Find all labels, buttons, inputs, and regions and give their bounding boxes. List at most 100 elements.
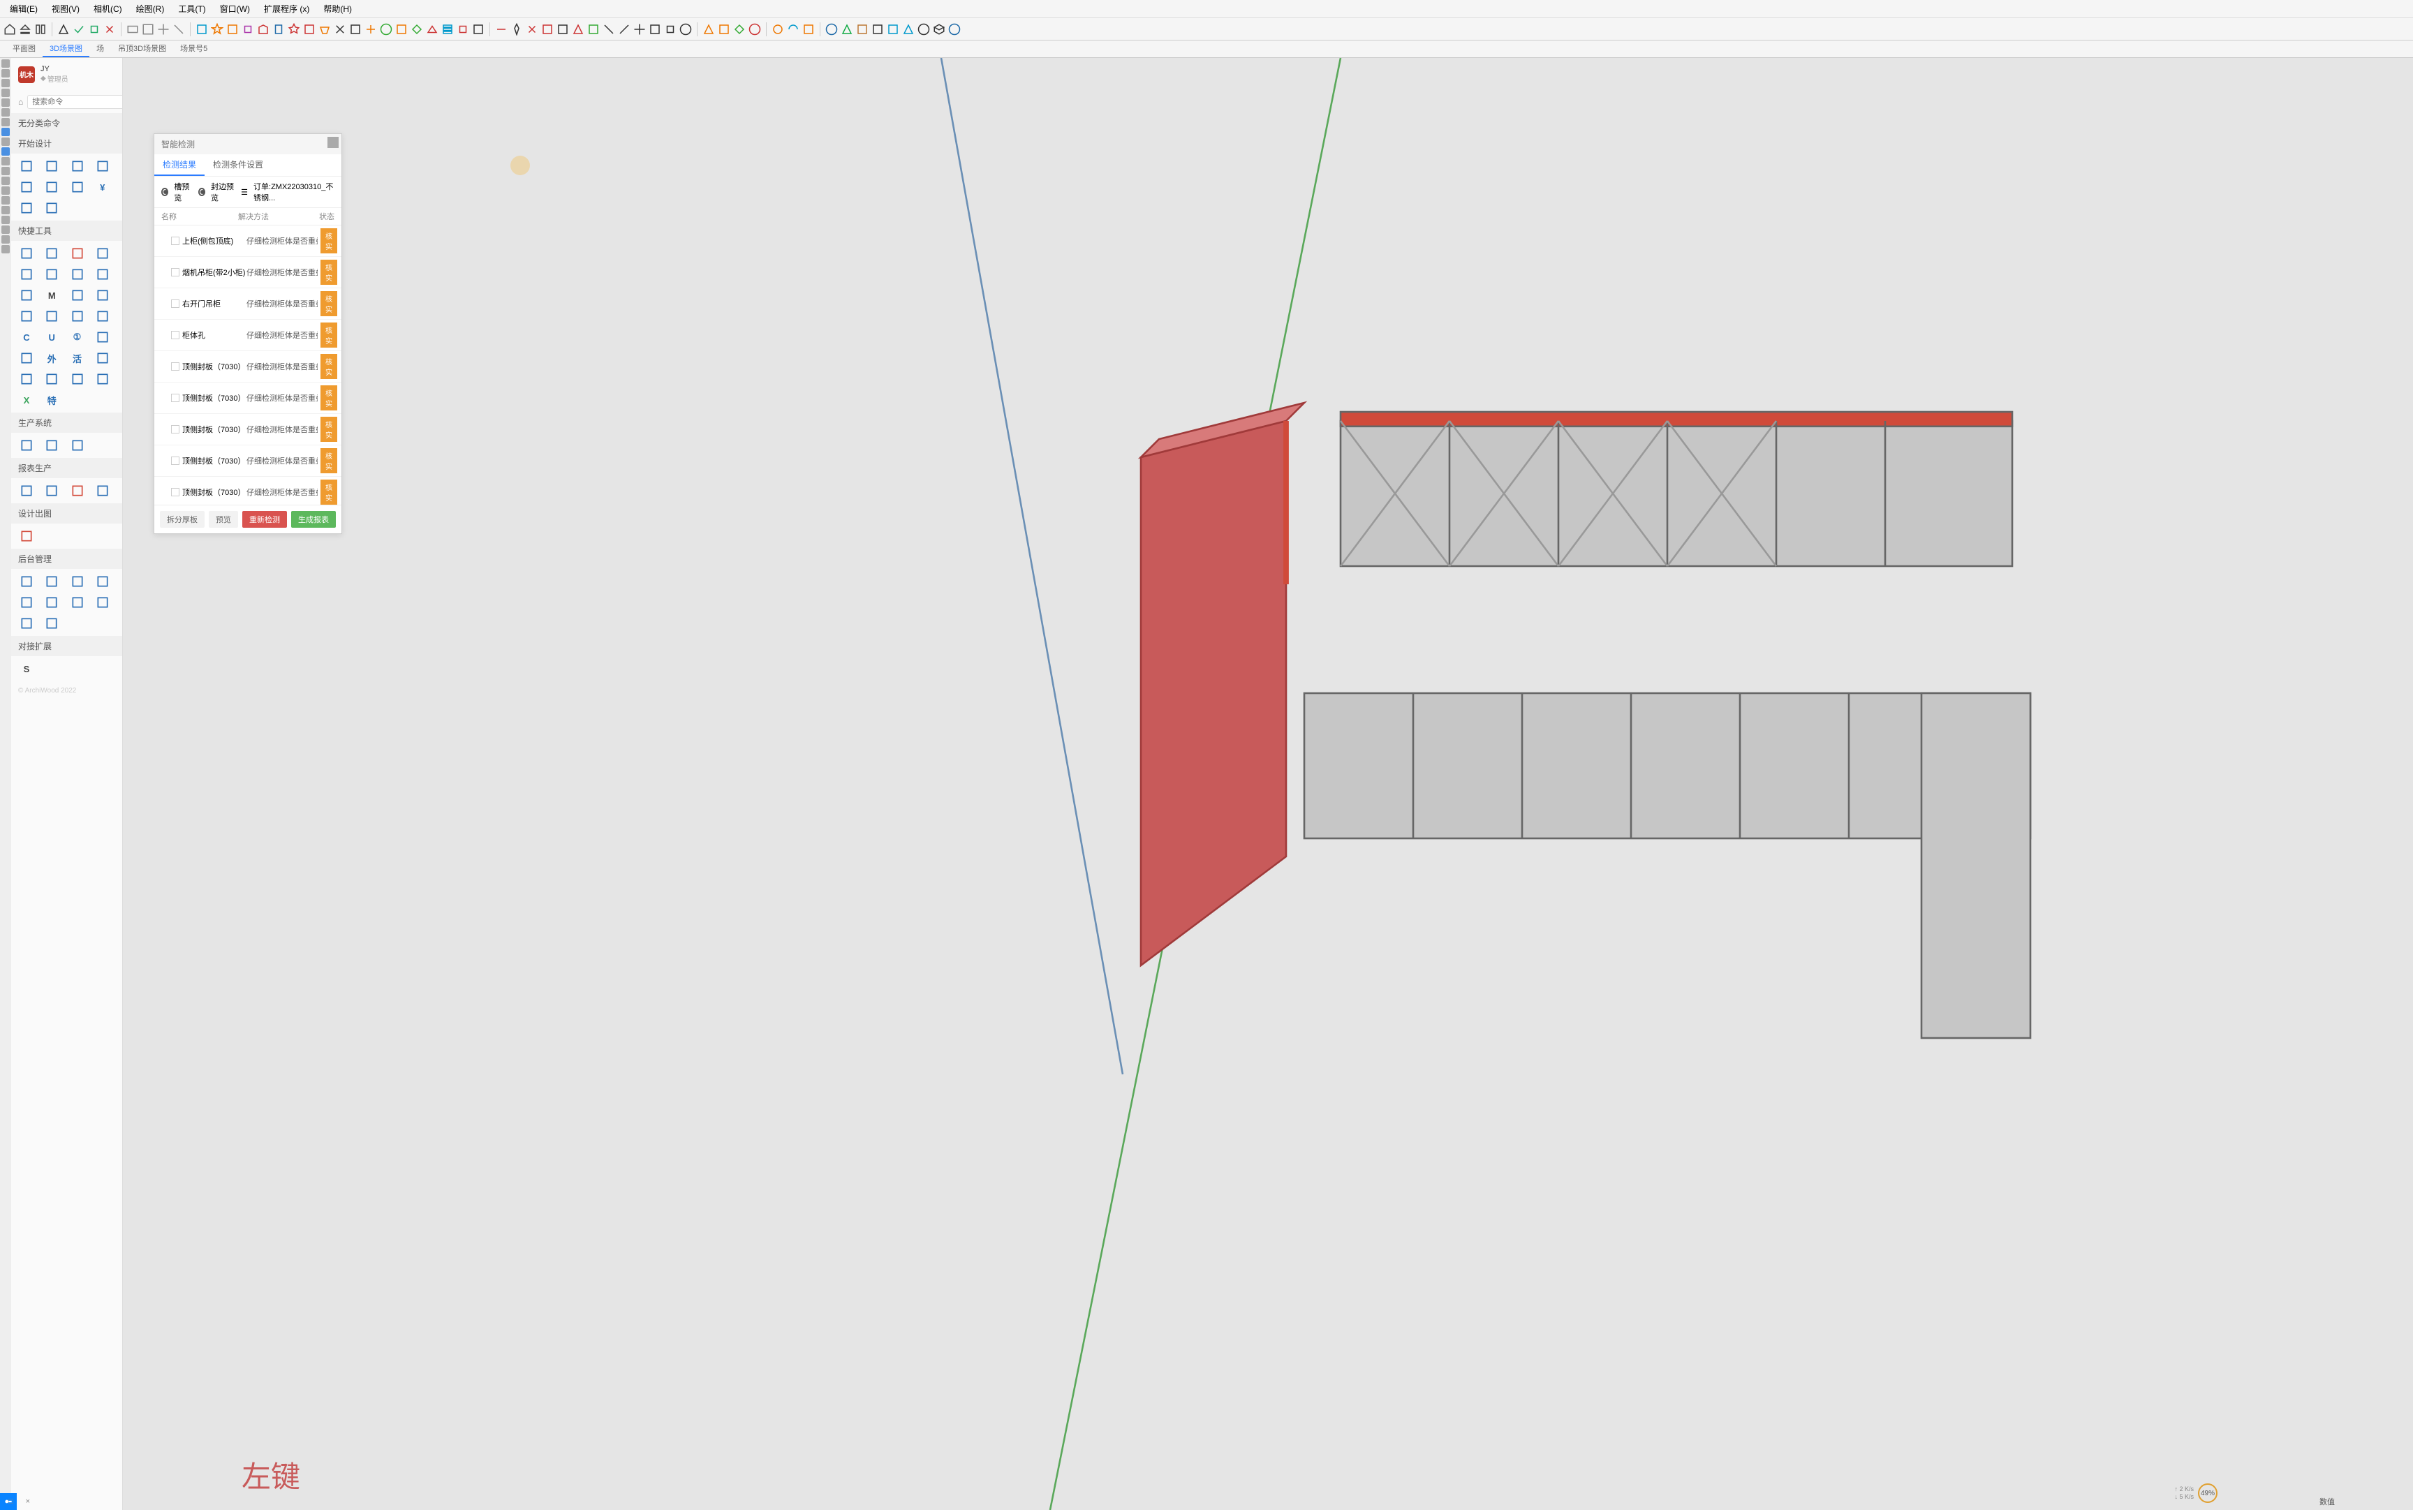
strip-icon[interactable]: [1, 79, 10, 87]
strip-icon[interactable]: [1, 196, 10, 205]
sidebar-tool-icon[interactable]: [94, 308, 111, 325]
toolbar-icon-27[interactable]: [394, 22, 408, 36]
strip-icon[interactable]: [1, 69, 10, 77]
toolbar-icon-44[interactable]: [648, 22, 662, 36]
toolbar-icon-54[interactable]: [786, 22, 800, 36]
sidebar-tool-icon[interactable]: [18, 615, 35, 632]
section-quick-tools[interactable]: 快捷工具: [11, 221, 122, 241]
toolbar-icon-21[interactable]: [302, 22, 316, 36]
toolbar-icon-16[interactable]: [226, 22, 239, 36]
toolbar-icon-30[interactable]: [441, 22, 455, 36]
toolbar-icon-26[interactable]: [379, 22, 393, 36]
toolbar-icon-38[interactable]: [556, 22, 570, 36]
strip-icon[interactable]: [1, 147, 10, 156]
detect-result-row[interactable]: 右开门吊柜 仔细检测柜体是否重叠 核实: [154, 288, 341, 320]
sidebar-tool-icon[interactable]: C: [18, 329, 35, 346]
tab-scene5[interactable]: 场景号5: [173, 40, 214, 57]
strip-icon[interactable]: [1, 245, 10, 253]
menu-extensions[interactable]: 扩展程序 (x): [260, 1, 313, 16]
toolbar-icon-17[interactable]: [241, 22, 255, 36]
strip-icon[interactable]: [1, 216, 10, 224]
toolbar-icon-25[interactable]: [364, 22, 378, 36]
toolbar-icon-22[interactable]: [318, 22, 332, 36]
toolbar-icon-39[interactable]: [571, 22, 585, 36]
sidebar-tool-icon[interactable]: 外: [43, 350, 60, 366]
sidebar-tool-icon[interactable]: 活: [69, 350, 86, 366]
sidebar-tool-icon[interactable]: [43, 308, 60, 325]
toolbar-icon-28[interactable]: [410, 22, 424, 36]
toolbar-icon-61[interactable]: [886, 22, 900, 36]
sidebar-tool-icon[interactable]: [18, 158, 35, 175]
tab-ceiling-3d[interactable]: 吊顶3D场景图: [111, 40, 173, 57]
toolbar-icon-43[interactable]: [633, 22, 647, 36]
hamburger-icon[interactable]: ☰: [241, 188, 248, 197]
toolbar-icon-6[interactable]: [87, 22, 101, 36]
sidebar-tool-icon[interactable]: [43, 594, 60, 611]
sidebar-tool-icon[interactable]: [94, 482, 111, 499]
toolbar-icon-49[interactable]: [717, 22, 731, 36]
toolbar-icon-58[interactable]: [840, 22, 854, 36]
sidebar-tool-icon[interactable]: [18, 528, 35, 544]
strip-icon[interactable]: [1, 157, 10, 165]
tab-3d[interactable]: 3D场景图: [43, 40, 89, 57]
item-status-badge[interactable]: 核实: [320, 291, 337, 316]
toolbar-icon-57[interactable]: [825, 22, 839, 36]
strip-icon[interactable]: [1, 89, 10, 97]
wintab-box-icon[interactable]: □: [8, 1497, 13, 1506]
sidebar-tool-icon[interactable]: [69, 179, 86, 195]
sidebar-tool-icon[interactable]: [69, 308, 86, 325]
menu-edit[interactable]: 编辑(E): [6, 1, 42, 16]
strip-icon[interactable]: [1, 118, 10, 126]
strip-icon[interactable]: [1, 138, 10, 146]
menu-tools[interactable]: 工具(T): [174, 1, 209, 16]
section-report[interactable]: 报表生产: [11, 458, 122, 478]
strip-icon[interactable]: [1, 128, 10, 136]
strip-icon[interactable]: [1, 235, 10, 244]
section-production[interactable]: 生产系统: [11, 413, 122, 433]
sidebar-tool-icon[interactable]: [43, 615, 60, 632]
toolbar-icon-60[interactable]: [871, 22, 885, 36]
sidebar-tool-icon[interactable]: [69, 245, 86, 262]
strip-icon[interactable]: [1, 59, 10, 68]
strip-icon[interactable]: [1, 167, 10, 175]
toolbar-icon-10[interactable]: [141, 22, 155, 36]
sidebar-tool-icon[interactable]: [43, 245, 60, 262]
toolbar-icon-62[interactable]: [901, 22, 915, 36]
wintab-close-icon[interactable]: ×: [26, 1497, 30, 1506]
sidebar-tool-icon[interactable]: [43, 437, 60, 454]
sidebar-tool-icon[interactable]: [18, 245, 35, 262]
toolbar-icon-40[interactable]: [586, 22, 600, 36]
detect-result-row[interactable]: 上柜(侧包顶底) 仔细检测柜体是否重叠 核实: [154, 225, 341, 257]
sidebar-tool-icon[interactable]: [18, 482, 35, 499]
toolbar-icon-29[interactable]: [425, 22, 439, 36]
sidebar-tool-icon[interactable]: [43, 371, 60, 387]
tab-plan[interactable]: 平面图: [6, 40, 43, 57]
sidebar-tool-icon[interactable]: [43, 200, 60, 216]
detect-result-row[interactable]: 顶侧封板（7030） 仔细检测柜体是否重叠 核实: [154, 477, 341, 505]
detect-result-row[interactable]: 顶侧封板（7030） 仔细检测柜体是否重叠 核实: [154, 383, 341, 414]
toolbar-icon-46[interactable]: [679, 22, 693, 36]
results-list[interactable]: 上柜(侧包顶底) 仔细检测柜体是否重叠 核实 烟机吊柜(带2小柜) 仔细检测柜体…: [154, 225, 341, 505]
sidebar-tool-icon[interactable]: [69, 158, 86, 175]
menu-draw[interactable]: 绘图(R): [132, 1, 169, 16]
sidebar-tool-icon[interactable]: [94, 573, 111, 590]
sidebar-tool-icon[interactable]: 特: [43, 392, 60, 408]
sidebar-tool-icon[interactable]: [94, 287, 111, 304]
strip-icon[interactable]: [1, 108, 10, 117]
menu-help[interactable]: 帮助(H): [319, 1, 356, 16]
item-status-badge[interactable]: 核实: [320, 417, 337, 442]
sidebar-tool-icon[interactable]: ¥: [94, 179, 111, 195]
strip-icon[interactable]: [1, 225, 10, 234]
sidebar-tool-icon[interactable]: [69, 437, 86, 454]
sidebar-tool-icon[interactable]: [18, 371, 35, 387]
toolbar-icon-5[interactable]: [72, 22, 86, 36]
split-board-button[interactable]: 拆分厚板: [160, 511, 205, 528]
toolbar-icon-20[interactable]: [287, 22, 301, 36]
item-status-badge[interactable]: 核实: [320, 480, 337, 505]
sidebar-tool-icon[interactable]: [94, 371, 111, 387]
sidebar-tool-icon[interactable]: [18, 179, 35, 195]
toolbar-icon-11[interactable]: [156, 22, 170, 36]
section-backend[interactable]: 后台管理: [11, 549, 122, 569]
strip-icon[interactable]: [1, 177, 10, 185]
sidebar-tool-icon[interactable]: [18, 437, 35, 454]
